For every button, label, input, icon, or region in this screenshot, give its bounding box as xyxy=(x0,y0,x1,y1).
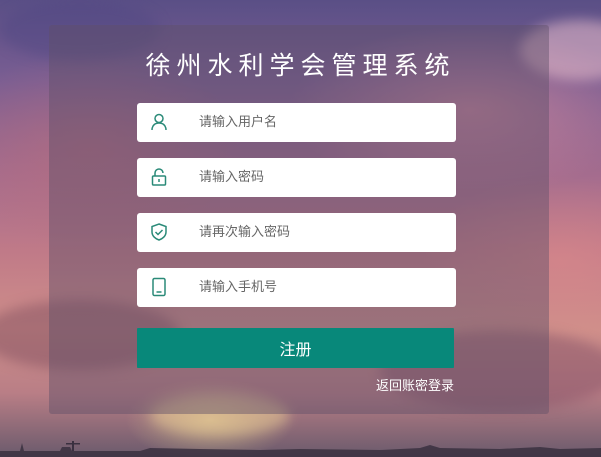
password-field[interactable] xyxy=(137,158,456,197)
phone-icon xyxy=(149,277,169,297)
register-button[interactable]: 注册 xyxy=(137,328,454,368)
password-input[interactable] xyxy=(199,158,439,197)
confirm-password-field[interactable] xyxy=(137,213,456,252)
city-skyline xyxy=(0,441,601,457)
username-input[interactable] xyxy=(199,103,439,142)
page-title: 徐州水利学会管理系统 xyxy=(145,51,456,80)
username-field[interactable] xyxy=(137,103,456,142)
lock-icon xyxy=(149,167,169,187)
confirm-password-input[interactable] xyxy=(199,213,439,252)
user-icon xyxy=(149,112,169,132)
phone-field[interactable] xyxy=(137,268,456,307)
phone-input[interactable] xyxy=(199,268,439,307)
back-to-login-link[interactable]: 返回账密登录 xyxy=(360,375,454,394)
shield-check-icon xyxy=(149,222,169,242)
